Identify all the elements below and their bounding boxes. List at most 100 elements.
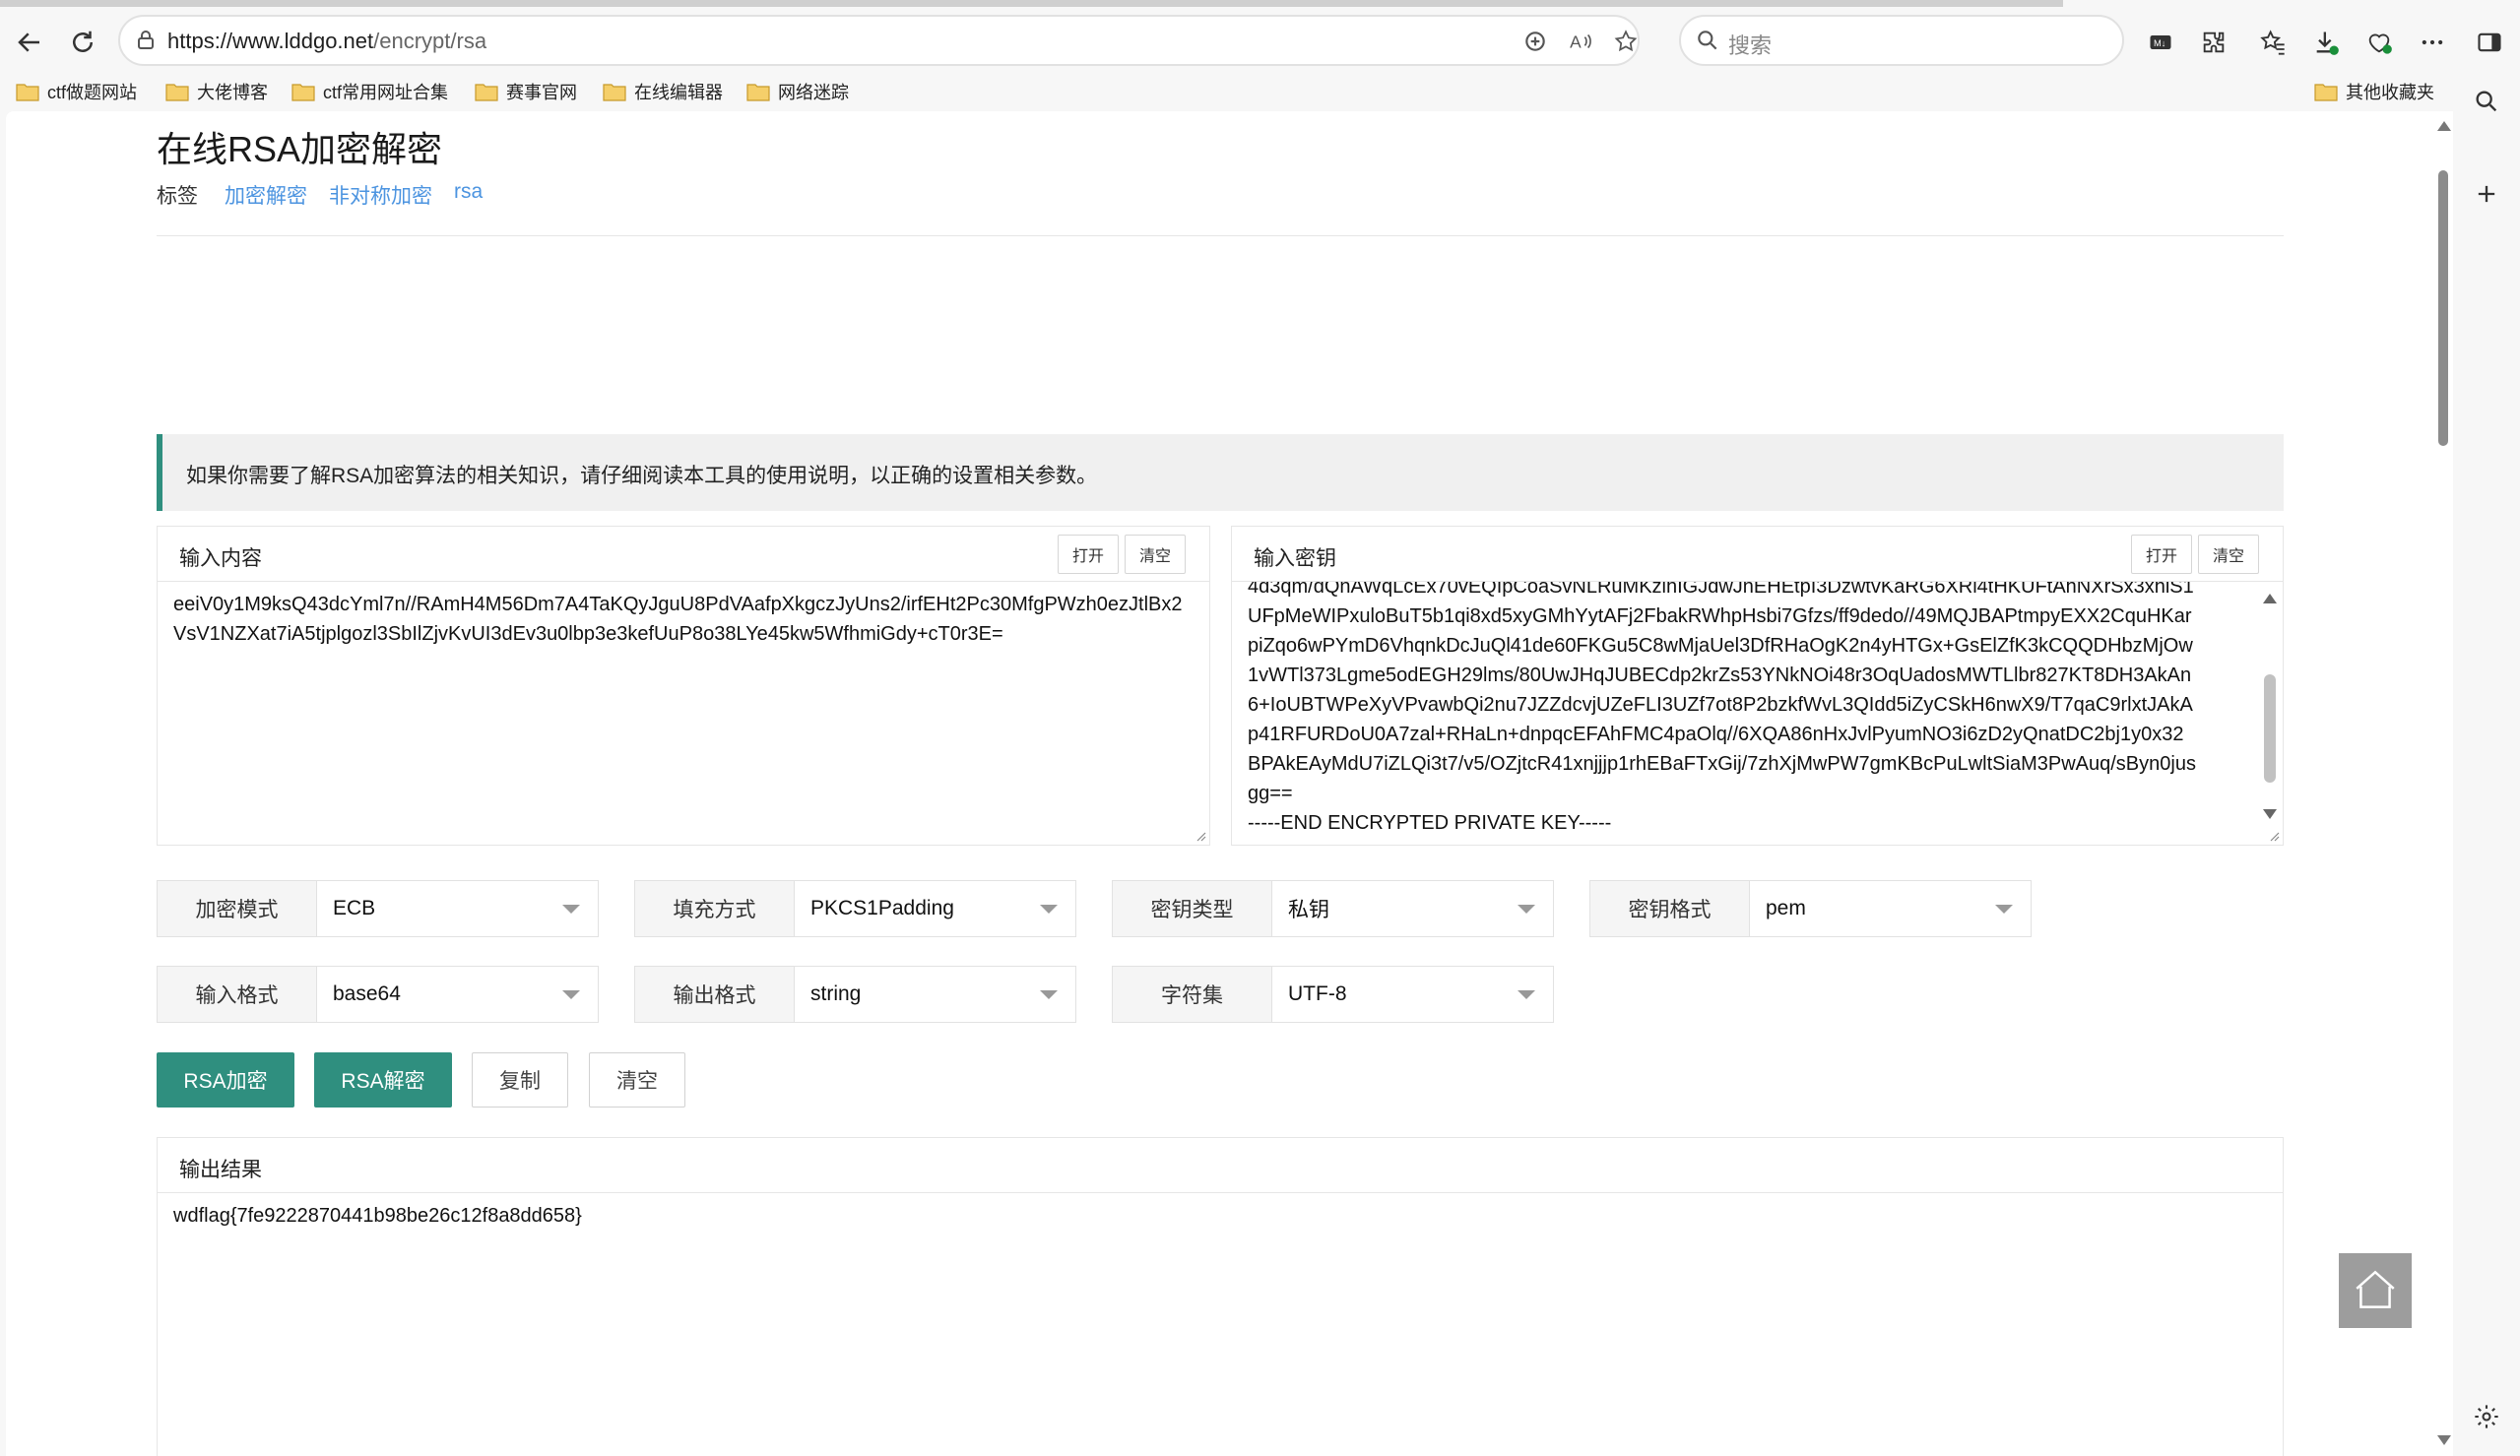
rsa-decrypt-button[interactable]: RSA解密: [314, 1052, 452, 1108]
settings-gear-icon[interactable]: [2465, 1395, 2508, 1438]
clear-key-button[interactable]: 清空: [2198, 535, 2259, 574]
tag-link[interactable]: rsa: [454, 180, 483, 210]
sidebar-toggle-icon[interactable]: [2468, 21, 2511, 64]
scroll-down-icon[interactable]: [2437, 1435, 2451, 1445]
select-value[interactable]: base64: [317, 967, 598, 1022]
bookmark-folder[interactable]: ctf做题网站: [16, 76, 137, 107]
select-value[interactable]: ECB: [317, 881, 598, 936]
tab-strip: [0, 0, 2063, 7]
reader-mode-icon[interactable]: M↓: [2139, 21, 2182, 64]
charset-select[interactable]: 字符集 UTF-8: [1112, 966, 1554, 1023]
copy-button[interactable]: 复制: [472, 1052, 568, 1108]
extensions-icon[interactable]: [2192, 21, 2235, 64]
rsa-encrypt-button[interactable]: RSA加密: [157, 1052, 294, 1108]
key-scrollbar[interactable]: [2261, 590, 2279, 823]
bookmark-folder[interactable]: 网络迷踪: [746, 76, 849, 107]
sidebar-search-icon[interactable]: [2465, 80, 2508, 123]
key-textarea[interactable]: 4d3qm/dQnAWqLcEx70vEQIpCoaSvNLRuMKzlhIGJ…: [1232, 582, 2257, 839]
panel-header: 输出结果: [158, 1138, 2283, 1193]
other-bookmarks[interactable]: 其他收藏夹: [2314, 76, 2434, 107]
open-key-button[interactable]: 打开: [2131, 535, 2192, 574]
chevron-down-icon: [1518, 905, 1535, 914]
input-format-select[interactable]: 输入格式 base64: [157, 966, 599, 1023]
notice-text: 如果你需要了解RSA加密算法的相关知识，请仔细阅读本工具的使用说明，以正确的设置…: [186, 465, 1098, 487]
open-file-button[interactable]: 打开: [1058, 535, 1119, 574]
page-viewport: 在线RSA加密解密 标签 加密解密 非对称加密 rsa 如果你需要了解RSA加密…: [6, 111, 2439, 1456]
scroll-thumb[interactable]: [2438, 170, 2448, 446]
scroll-down-icon[interactable]: [2263, 809, 2277, 819]
select-value[interactable]: pem: [1750, 881, 2031, 936]
output-format-select[interactable]: 输出格式 string: [634, 966, 1076, 1023]
home-icon: [2356, 1270, 2395, 1308]
bookmark-folder[interactable]: ctf常用网址合集: [291, 76, 448, 107]
bookmark-folder[interactable]: 大佬博客: [165, 76, 268, 107]
panel-header: 输入内容 打开 清空: [158, 527, 1209, 582]
resize-handle-icon[interactable]: [1195, 830, 1206, 842]
favorites-icon[interactable]: [2251, 21, 2294, 64]
panel-header: 输入密钥 打开 清空: [1232, 527, 2283, 582]
tag-link[interactable]: 加密解密: [225, 180, 307, 210]
padding-select[interactable]: 填充方式 PKCS1Padding: [634, 880, 1076, 937]
select-value[interactable]: string: [795, 967, 1075, 1022]
field-label: 输入格式: [158, 967, 317, 1022]
key-format-select[interactable]: 密钥格式 pem: [1589, 880, 2032, 937]
search-placeholder: 搜索: [1728, 33, 1773, 58]
field-label: 加密模式: [158, 881, 317, 936]
input-content-panel: 输入内容 打开 清空 eeiV0y1M9ksQ43dcYml7n//RAmH4M…: [157, 526, 1210, 846]
panel-title: 输入密钥: [1254, 547, 1336, 570]
chevron-down-icon: [1040, 990, 1058, 999]
page-scrollbar[interactable]: [2433, 111, 2453, 1456]
refresh-icon[interactable]: [61, 21, 104, 64]
field-label: 字符集: [1113, 967, 1272, 1022]
bookmark-folder[interactable]: 赛事官网: [475, 76, 577, 107]
select-value[interactable]: UTF-8: [1272, 967, 1553, 1022]
scroll-thumb[interactable]: [2264, 674, 2276, 783]
chevron-down-icon: [1040, 905, 1058, 914]
more-menu-icon[interactable]: [2411, 21, 2454, 64]
info-notice: 如果你需要了解RSA加密算法的相关知识，请仔细阅读本工具的使用说明，以正确的设置…: [157, 434, 2284, 511]
mode-select[interactable]: 加密模式 ECB: [157, 880, 599, 937]
search-icon: [1698, 31, 1717, 50]
search-box[interactable]: 搜索: [1679, 15, 2124, 66]
folder-icon: [475, 84, 498, 101]
scroll-up-icon[interactable]: [2437, 121, 2451, 131]
add-sidebar-app-icon[interactable]: [2465, 172, 2508, 216]
field-label: 填充方式: [635, 881, 795, 936]
url-text[interactable]: https://www.lddgo.net/encrypt/rsa: [167, 29, 486, 54]
folder-icon: [603, 84, 626, 101]
tag-label: 标签: [157, 185, 198, 208]
panel-title: 输出结果: [179, 1159, 262, 1181]
input-textarea[interactable]: eeiV0y1M9ksQ43dcYml7n//RAmH4M56Dm7A4TaKQ…: [173, 590, 1194, 649]
folder-icon: [16, 84, 39, 101]
folder-icon: [2314, 84, 2338, 101]
svg-text:A: A: [1570, 32, 1582, 52]
downloads-icon[interactable]: [2304, 21, 2348, 64]
bookmark-folder[interactable]: 在线编辑器: [603, 76, 723, 107]
back-icon[interactable]: [8, 21, 51, 64]
folder-icon: [165, 84, 189, 101]
key-panel: 输入密钥 打开 清空 4d3qm/dQnAWqLcEx70vEQIpCoaSvN…: [1231, 526, 2284, 846]
field-label: 密钥类型: [1113, 881, 1272, 936]
favorite-star-icon[interactable]: [1611, 27, 1641, 56]
lock-icon[interactable]: [134, 29, 158, 52]
clear-all-button[interactable]: 清空: [589, 1052, 685, 1108]
tag-link[interactable]: 非对称加密: [329, 180, 432, 210]
translate-icon[interactable]: [1520, 27, 1550, 56]
select-value[interactable]: 私钥: [1272, 881, 1553, 936]
folder-icon: [746, 84, 770, 101]
address-bar[interactable]: https://www.lddgo.net/encrypt/rsa A: [118, 15, 1640, 66]
select-value[interactable]: PKCS1Padding: [795, 881, 1075, 936]
chevron-down-icon: [1995, 905, 2013, 914]
edge-sidebar: [2453, 74, 2520, 1456]
read-aloud-icon[interactable]: A: [1566, 27, 1595, 56]
clear-input-button[interactable]: 清空: [1125, 535, 1186, 574]
output-textarea[interactable]: wdflag{7fe9222870441b98be26c12f8a8dd658}: [173, 1201, 2267, 1231]
scroll-up-icon[interactable]: [2263, 594, 2277, 603]
resize-handle-icon[interactable]: [2268, 830, 2280, 842]
browser-essentials-icon[interactable]: [2358, 21, 2401, 64]
key-text: 4d3qm/dQnAWqLcEx70vEQIpCoaSvNLRuMKzlhIGJ…: [1248, 582, 2196, 834]
back-to-home-button[interactable]: [2339, 1253, 2412, 1328]
key-type-select[interactable]: 密钥类型 私钥: [1112, 880, 1554, 937]
divider: [157, 235, 2284, 236]
page-title: 在线RSA加密解密: [157, 129, 443, 169]
